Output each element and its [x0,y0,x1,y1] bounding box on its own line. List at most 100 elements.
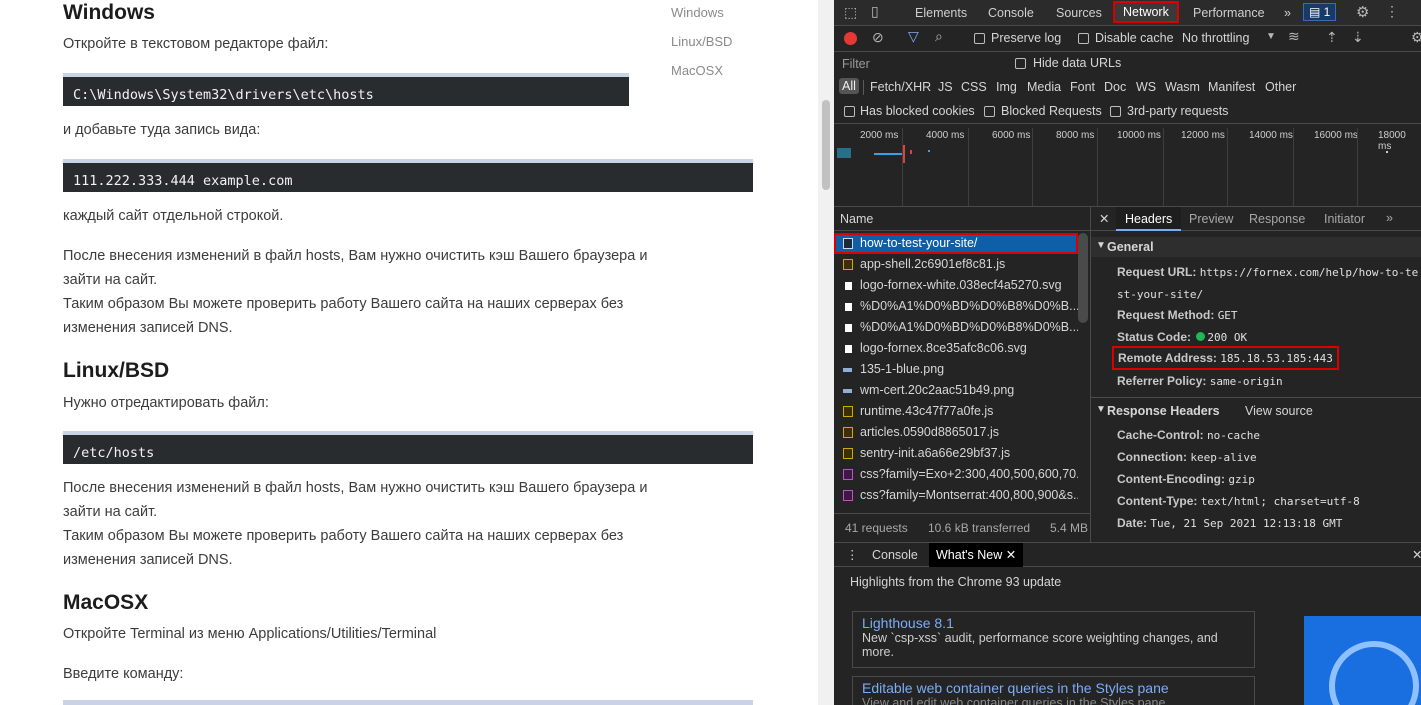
view-source-link[interactable]: View source [1245,404,1313,418]
toc-link-linux[interactable]: Linux/BSD [671,34,732,49]
timeline-marker [903,145,905,163]
tab-sources[interactable]: Sources [1056,2,1102,27]
request-row[interactable]: logo-fornex-white.038ecf4a5270.svg [834,275,1078,296]
name-column-header[interactable]: Name [834,207,1090,231]
blocked-cookies-checkbox[interactable] [844,106,855,117]
card-title[interactable]: Lighthouse 8.1 [862,615,1245,631]
timeline-tick: 8000 ms [1056,130,1095,141]
svg-file-icon [845,345,852,353]
filter-input[interactable]: Filter [842,57,870,71]
issues-badge[interactable]: ▤ 1 [1303,3,1337,21]
response-headers-section-header[interactable]: ▼ Response Headers View source [1091,401,1421,421]
code-block-hosts-entry[interactable]: 111.222.333.444 example.com [63,159,753,192]
whats-new-label: What's New [936,548,1003,562]
type-filter-font[interactable]: Font [1070,80,1095,94]
svg-file-icon [845,282,852,290]
close-icon[interactable]: ✕ [1006,548,1016,562]
header-value: keep-alive [1190,451,1257,464]
request-row[interactable]: wm-cert.20c2aac51b49.png [834,380,1078,401]
page-scrollbar-thumb[interactable] [822,100,830,190]
tab-response[interactable]: Response [1249,212,1305,226]
more-tabs-button[interactable]: » [1386,211,1393,225]
close-drawer-icon[interactable]: ✕ [1412,547,1421,562]
type-filter-ws[interactable]: WS [1136,80,1156,94]
type-filter-js[interactable]: JS [938,80,953,94]
gear-icon[interactable]: ⚙ [1411,29,1421,46]
tab-network[interactable]: Network [1113,1,1179,23]
drawer-menu-icon[interactable]: ⋮ [846,547,859,562]
code-block-windows-path[interactable]: C:\Windows\System32\drivers\etc\hosts [63,73,629,106]
timeline-bar [1386,151,1388,153]
throttling-select[interactable]: No throttling [1182,31,1249,45]
paragraph: После внесения изменений в файл hosts, В… [63,248,648,264]
request-row[interactable]: css?family=Montserrat:400,800,900&s... [834,485,1078,506]
export-har-icon[interactable]: ⇣ [1352,29,1364,46]
request-list-scrollbar[interactable] [1078,233,1088,323]
drawer-tab-whats-new[interactable]: What's New ✕ [929,543,1024,567]
request-row[interactable]: runtime.43c47f77a0fe.js [834,401,1078,422]
disable-cache-checkbox[interactable] [1078,33,1089,44]
general-section-header[interactable]: ▼ General [1091,237,1421,257]
request-row[interactable]: 135-1-blue.png [834,359,1078,380]
network-conditions-icon[interactable]: ≋ [1288,28,1300,45]
tab-preview[interactable]: Preview [1189,212,1233,226]
request-row[interactable]: app-shell.2c6901ef8c81.js [834,254,1078,275]
request-row[interactable]: logo-fornex.8ce35afc8c06.svg [834,338,1078,359]
filter-icon[interactable]: ▽ [908,28,919,45]
hide-data-urls-checkbox[interactable] [1015,58,1026,69]
type-filter-other[interactable]: Other [1265,80,1296,94]
whats-new-card[interactable]: Lighthouse 8.1 New `csp-xss` audit, perf… [852,611,1255,668]
more-tabs-button[interactable]: » [1284,2,1291,27]
paragraph: изменения записей DNS. [63,320,233,336]
request-url-value[interactable]: https://fornex.com/help/how-to-te [1200,266,1419,279]
request-row[interactable]: %D0%A1%D0%BD%D0%B8%D0%B... [834,317,1078,338]
card-title[interactable]: Editable web container queries in the St… [862,680,1245,696]
type-filter-all[interactable]: All [839,78,859,94]
caret-down-icon[interactable]: ▼ [1266,31,1276,42]
inspect-element-icon[interactable]: ⬚ [844,4,857,21]
tab-initiator[interactable]: Initiator [1324,212,1365,226]
tab-elements[interactable]: Elements [915,2,967,27]
type-filter-doc[interactable]: Doc [1104,80,1126,94]
close-icon[interactable]: ✕ [1099,211,1109,226]
import-har-icon[interactable]: ⇡ [1326,29,1338,46]
type-filter-wasm[interactable]: Wasm [1165,80,1200,94]
device-toolbar-icon[interactable]: ▯ [871,3,879,20]
preserve-log-checkbox[interactable] [974,33,985,44]
third-party-checkbox[interactable] [1110,106,1121,117]
remote-address-value[interactable]: 185.18.53.185:443 [1220,352,1333,365]
request-method-value: GET [1217,309,1238,322]
record-icon[interactable] [844,32,857,45]
request-row[interactable]: sentry-init.a6a66e29bf37.js [834,443,1078,464]
kebab-menu-icon[interactable]: ⋮ [1385,3,1399,20]
type-filter-fetch-xhr[interactable]: Fetch/XHR [870,80,931,94]
request-row[interactable]: %D0%A1%D0%BD%D0%B8%D0%B... [834,296,1078,317]
referrer-policy-value: same-origin [1209,375,1283,388]
request-row[interactable]: articles.0590d8865017.js [834,422,1078,443]
type-filter-img[interactable]: Img [996,80,1017,94]
tab-performance[interactable]: Performance [1193,2,1265,27]
code-block-etc-hosts[interactable]: /etc/hosts [63,431,753,464]
request-url-value-cont[interactable]: st-your-site/ [1117,288,1203,301]
heading-linux: Linux/BSD [63,359,170,382]
whats-new-card[interactable]: Editable web container queries in the St… [852,676,1255,705]
tab-console[interactable]: Console [988,2,1034,27]
divider [834,123,1421,124]
clear-icon[interactable]: ⊘ [872,29,884,46]
toc-link-macosx[interactable]: MacOSX [671,63,723,78]
search-icon[interactable]: ⌕ [935,28,943,45]
gear-icon[interactable]: ⚙ [1356,3,1369,21]
drawer-tab-console[interactable]: Console [872,548,918,562]
request-row[interactable]: css?family=Exo+2:300,400,500,600,70... [834,464,1078,485]
whats-new-headline: Highlights from the Chrome 93 update [850,575,1062,589]
blocked-requests-checkbox[interactable] [984,106,995,117]
page-scrollbar[interactable] [818,0,834,705]
request-row[interactable]: how-to-test-your-site/ [834,233,1078,254]
toc-link-windows[interactable]: Windows [671,5,724,20]
type-filter-manifest[interactable]: Manifest [1208,80,1255,94]
tab-headers[interactable]: Headers [1116,207,1182,231]
header-key: Connection: [1117,450,1187,464]
type-filter-css[interactable]: CSS [961,80,987,94]
type-filter-media[interactable]: Media [1027,80,1061,94]
png-file-icon [843,368,852,372]
